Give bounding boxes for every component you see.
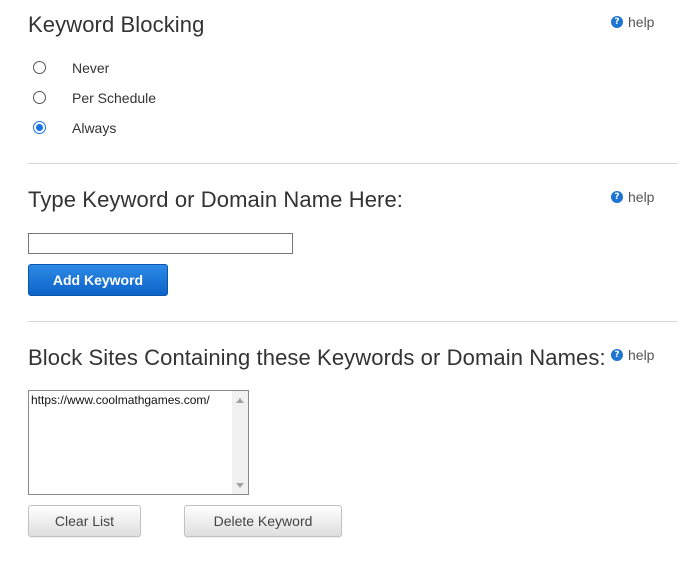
help-label: help	[628, 347, 655, 363]
add-keyword-title: Type Keyword or Domain Name Here:	[28, 187, 404, 212]
add-keyword-button[interactable]: Add Keyword	[28, 264, 168, 296]
blocked-list-title: Block Sites Containing these Keywords or…	[28, 345, 606, 370]
delete-keyword-button[interactable]: Delete Keyword	[184, 505, 342, 537]
help-label: help	[628, 189, 655, 205]
help-label: help	[628, 14, 655, 30]
section-divider	[28, 321, 678, 322]
radio-label-never[interactable]: Never	[72, 60, 109, 76]
radio-option-always[interactable]: Always	[33, 120, 116, 136]
radio-option-never[interactable]: Never	[33, 60, 109, 76]
radio-label-always[interactable]: Always	[72, 120, 116, 136]
scroll-up-icon[interactable]	[232, 393, 248, 407]
radio-per-schedule[interactable]	[33, 91, 46, 104]
add-keyword-help-link[interactable]: ? help	[611, 189, 654, 205]
question-circle-icon: ?	[611, 191, 623, 203]
scroll-down-icon[interactable]	[232, 478, 248, 492]
scrollbar[interactable]	[232, 391, 248, 494]
section-divider	[28, 163, 678, 164]
keyword-input[interactable]	[28, 233, 293, 254]
blocked-keywords-list[interactable]: https://www.coolmathgames.com/	[28, 390, 249, 495]
radio-label-per-schedule[interactable]: Per Schedule	[72, 90, 156, 106]
radio-always[interactable]	[33, 121, 46, 134]
keyword-blocking-help-link[interactable]: ? help	[611, 14, 654, 30]
radio-never[interactable]	[33, 61, 46, 74]
blocked-list-help-link[interactable]: ? help	[611, 347, 654, 363]
question-circle-icon: ?	[611, 349, 623, 361]
question-circle-icon: ?	[611, 16, 623, 28]
keyword-blocking-title: Keyword Blocking	[28, 12, 205, 37]
radio-option-per-schedule[interactable]: Per Schedule	[33, 90, 156, 106]
list-item[interactable]: https://www.coolmathgames.com/	[31, 393, 210, 407]
clear-list-button[interactable]: Clear List	[28, 505, 141, 537]
